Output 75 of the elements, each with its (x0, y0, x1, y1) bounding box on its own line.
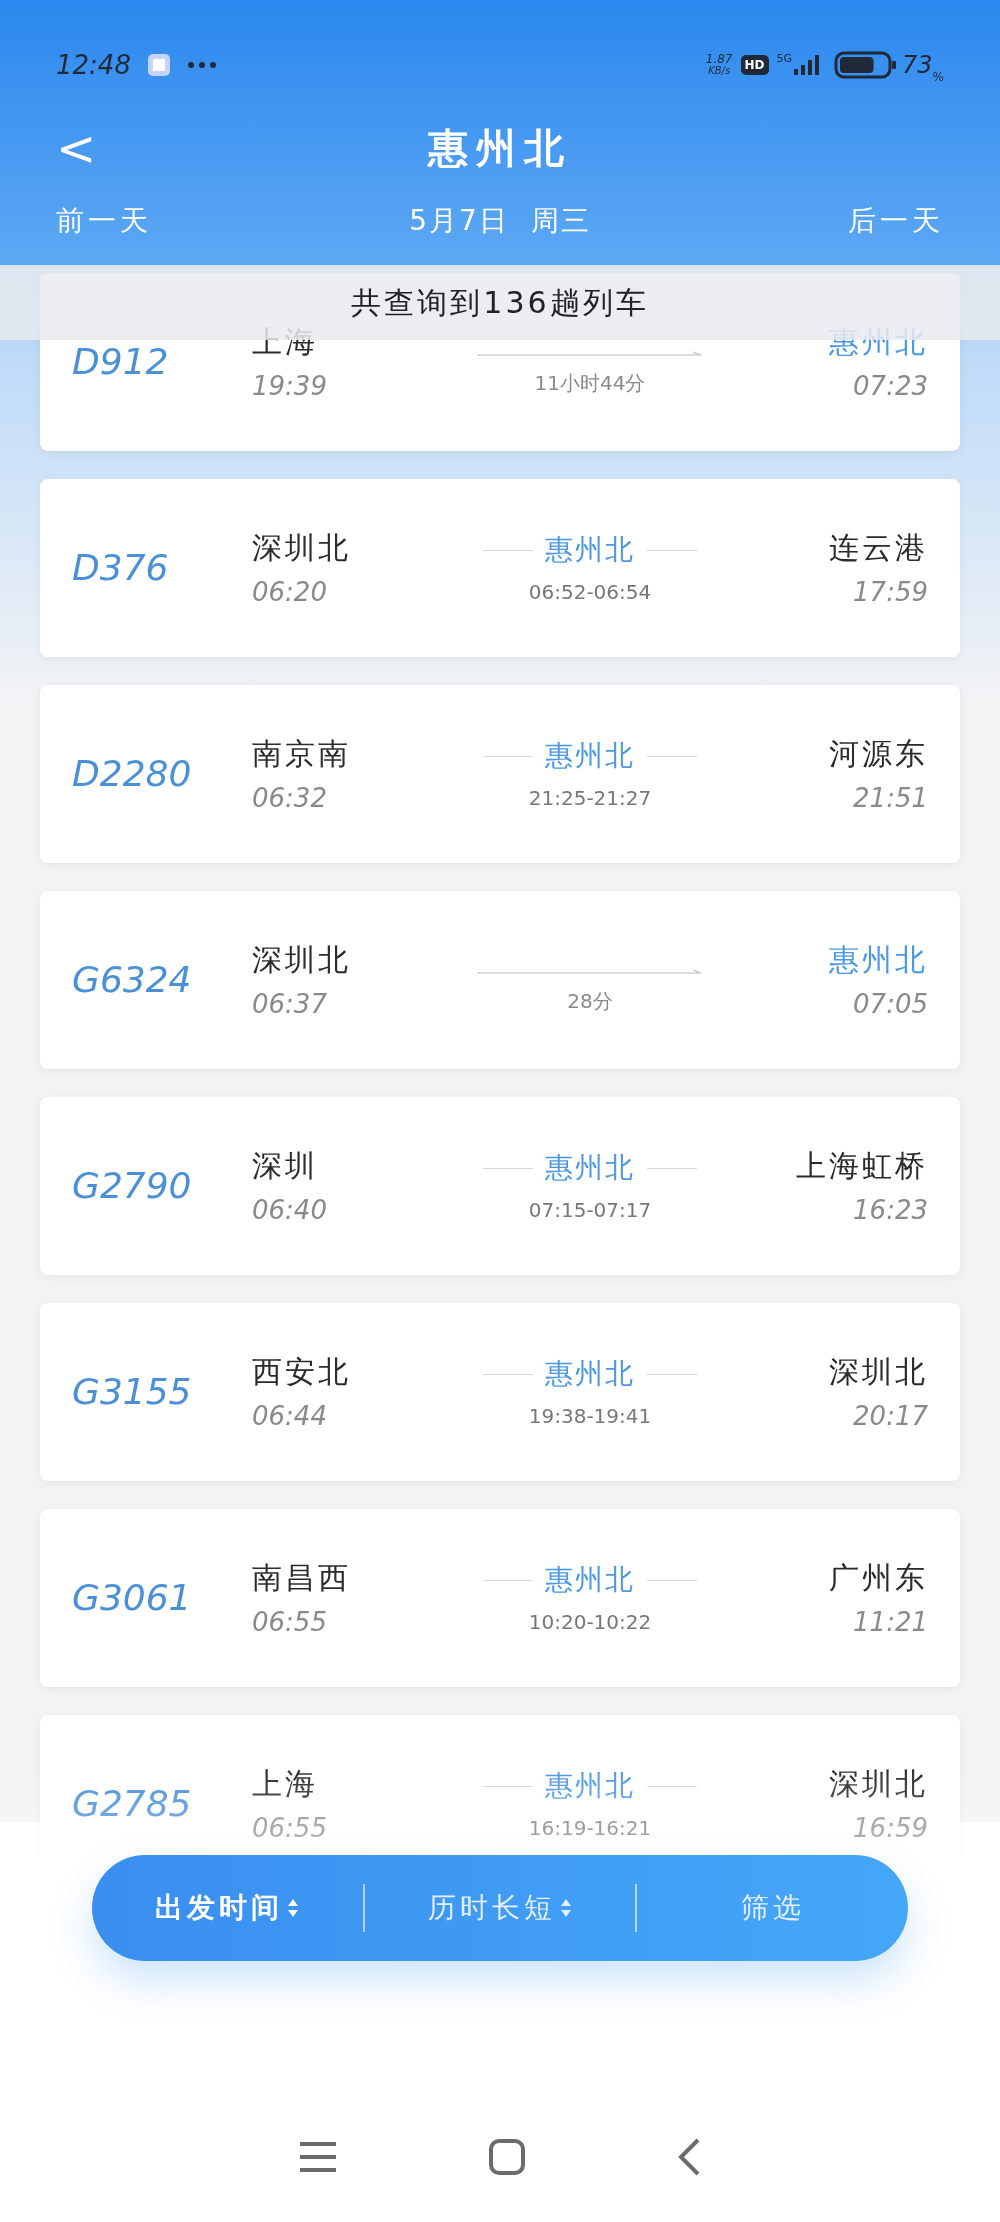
station-name: 深圳北 (252, 941, 351, 979)
station-name: 上海虹桥 (796, 1147, 928, 1185)
time-text: 06:44 (252, 1400, 327, 1432)
time-text: 16:23 (853, 1194, 928, 1226)
result-banner: 共查询到136趟列车 (0, 265, 1000, 340)
via-station: 惠州北 (545, 738, 635, 774)
train-number: G3061 (72, 1576, 193, 1620)
time-text: 06:20 (252, 576, 327, 608)
station-name: 深圳 (252, 1147, 318, 1185)
battery-icon (834, 51, 899, 79)
train-number: G3155 (72, 1370, 193, 1414)
stop-times: 07:15-07:17 (528, 1197, 652, 1224)
stop-times: 10:20-10:22 (528, 1609, 652, 1636)
time-text: 19:39 (252, 370, 327, 402)
stop-times: 16:19-16:21 (528, 1815, 652, 1842)
speed-unit: KB/s (708, 65, 731, 77)
time-text: 06:32 (252, 782, 327, 814)
menu-icon[interactable] (298, 2140, 338, 2174)
station-name: 深圳北 (252, 529, 351, 567)
station-name: 深圳北 (829, 1765, 928, 1803)
train-card[interactable]: G2790 深圳 06:40 惠州北 07:15-07:17 上海虹桥 16:23 (40, 1097, 960, 1275)
time-text: 06:55 (252, 1812, 327, 1844)
via-station: 惠州北 (545, 1150, 635, 1186)
train-number: G2790 (72, 1164, 193, 1208)
time-text: 06:40 (252, 1194, 327, 1226)
stop-times: 19:38-19:41 (528, 1403, 652, 1430)
station-name: 南京南 (252, 735, 351, 773)
more-icon (186, 61, 217, 69)
via-station: 惠州北 (545, 1356, 635, 1392)
home-icon[interactable] (488, 2138, 526, 2176)
time-text: 17:59 (853, 576, 928, 608)
station-name: 河源东 (829, 735, 928, 773)
via-station: 惠州北 (545, 1562, 635, 1598)
time-text: 07:05 (853, 988, 928, 1020)
time-text: 07:23 (853, 370, 928, 402)
via-station: 惠州北 (545, 1768, 635, 1804)
station-name: 广州东 (829, 1559, 928, 1597)
time-text: 11:21 (853, 1606, 928, 1638)
train-card[interactable]: G3061 南昌西 06:55 惠州北 10:20-10:22 广州东 11:21 (40, 1509, 960, 1687)
time-text: 16:59 (853, 1812, 928, 1844)
duration-text: 11小时44分 (534, 370, 646, 397)
via-station: 惠州北 (545, 532, 635, 568)
time-text: 06:55 (252, 1606, 327, 1638)
stop-times: 21:25-21:27 (528, 785, 652, 812)
stop-times: 06:52-06:54 (528, 579, 652, 606)
duration-text: 28分 (567, 988, 613, 1015)
percent-sign: % (932, 70, 944, 86)
date-text: 5月7日 周三 (409, 203, 591, 239)
time-text: 21:51 (853, 782, 928, 814)
page-title: 惠州北 (428, 124, 572, 173)
train-card[interactable]: G2785 上海 06:55 惠州北 16:19-16:21 深圳北 16:59 (40, 1715, 960, 1855)
station-name: 连云港 (829, 529, 928, 567)
time-text: 20:17 (853, 1400, 928, 1432)
train-number: D376 (72, 546, 170, 590)
train-number: D2280 (72, 752, 193, 796)
station-name: 深圳北 (829, 1353, 928, 1391)
clock-time: 12:48 (56, 48, 131, 82)
train-number: G2785 (72, 1782, 193, 1826)
train-card[interactable]: G3155 西安北 06:44 惠州北 19:38-19:41 深圳北 20:17 (40, 1303, 960, 1481)
station-name: 西安北 (252, 1353, 351, 1391)
station-name: 惠州北 (829, 941, 928, 979)
app-icon (146, 53, 171, 77)
train-number: D912 (72, 340, 170, 384)
hd-badge: HD (740, 55, 769, 75)
station-name: 南昌西 (252, 1559, 351, 1597)
back-icon[interactable] (676, 2137, 702, 2177)
speed-text: 1.87 (705, 53, 733, 65)
train-card[interactable]: G6324 深圳北 06:37 28分 惠州北 07:05 (40, 891, 960, 1069)
station-name: 上海 (252, 1765, 318, 1803)
train-card[interactable]: D2280 南京南 06:32 惠州北 21:25-21:27 河源东 21:51 (40, 685, 960, 863)
battery-percent: 73 (902, 50, 933, 79)
time-text: 06:37 (252, 988, 327, 1020)
train-card[interactable]: D376 深圳北 06:20 惠州北 06:52-06:54 连云港 17:59 (40, 479, 960, 657)
network-text: 5G (776, 53, 793, 65)
train-number: G6324 (72, 958, 193, 1002)
